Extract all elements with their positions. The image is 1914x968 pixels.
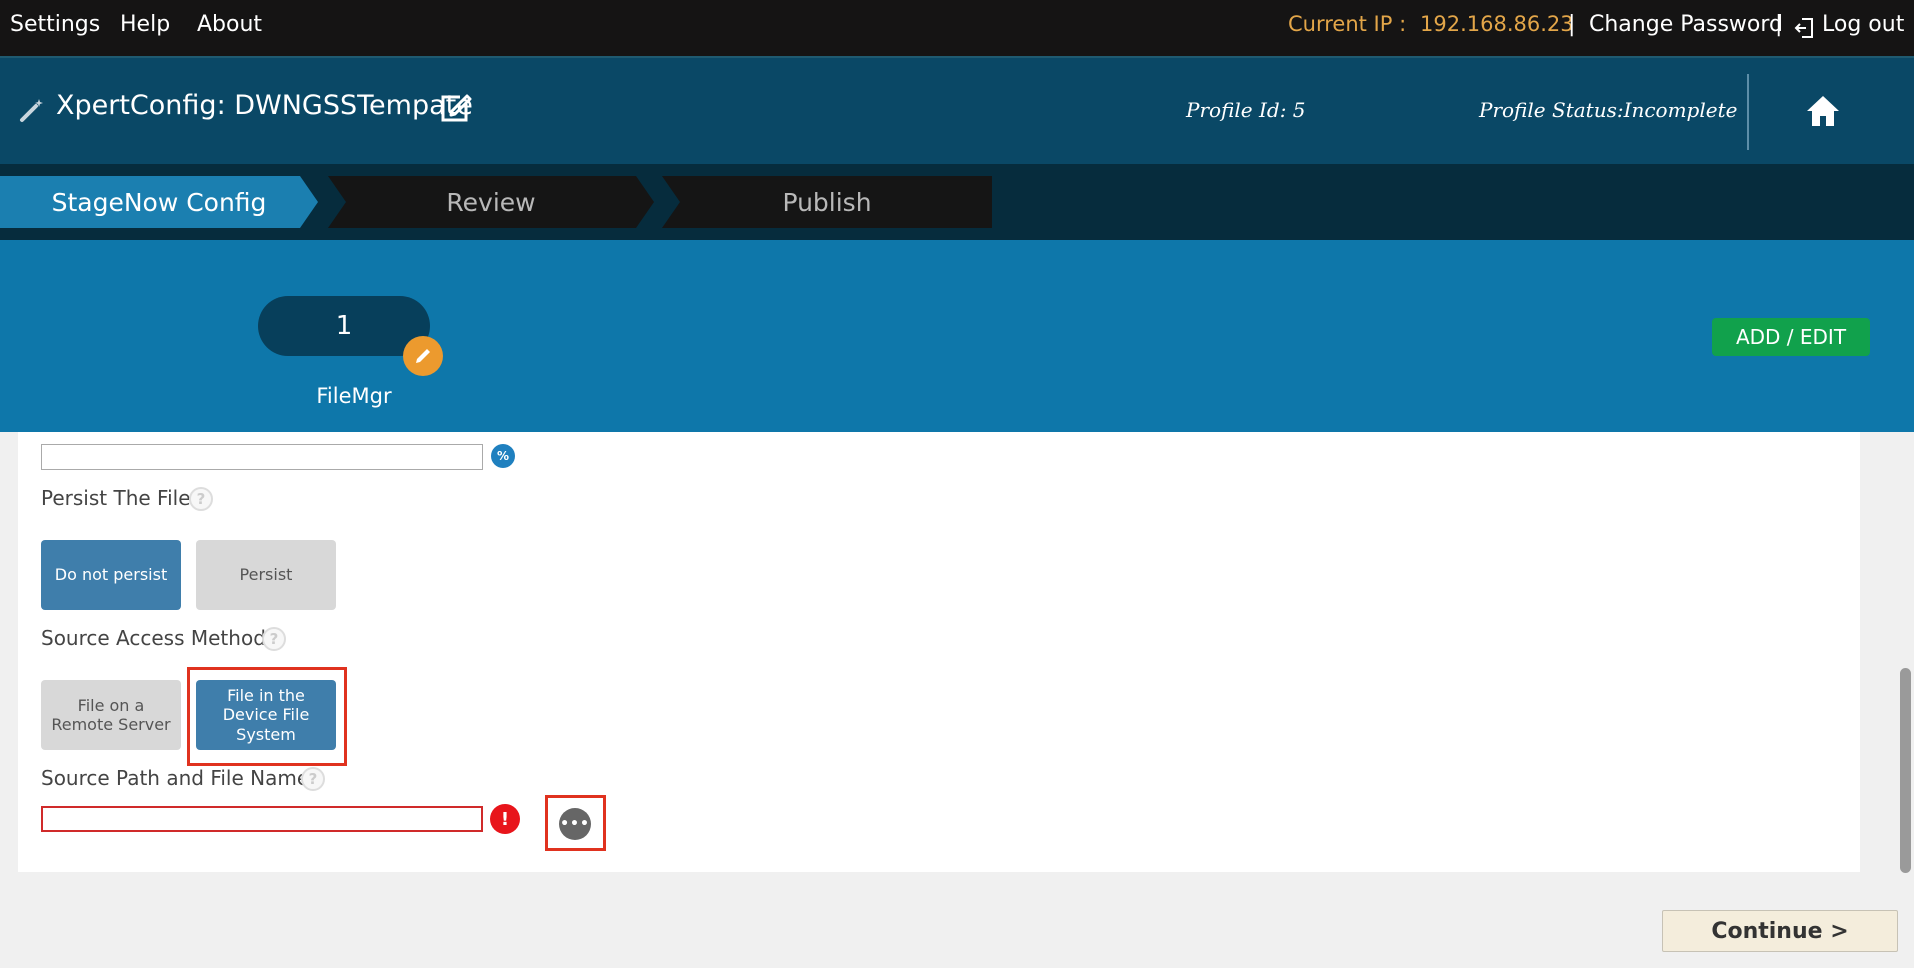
settings-form: % Persist The File: ? Do not persist Per… — [18, 432, 1860, 872]
help-icon[interactable]: ? — [301, 767, 325, 791]
pencil-icon[interactable] — [403, 336, 443, 376]
source-access-label: Source Access Method: — [41, 626, 273, 650]
persist-label: Persist The File: — [41, 486, 198, 510]
source-path-label: Source Path and File Name: — [41, 766, 316, 790]
setting-types-panel: 1 FileMgr ADD / EDIT — [0, 240, 1914, 432]
scrollbar-thumb[interactable] — [1900, 668, 1911, 873]
wizard-stepper: StageNow Config Review Publish — [0, 164, 1914, 240]
option-do-not-persist[interactable]: Do not persist — [41, 540, 181, 610]
add-edit-button[interactable]: ADD / EDIT — [1712, 318, 1870, 356]
highlight-frame — [545, 795, 606, 851]
highlight-frame — [187, 667, 347, 766]
percent-icon[interactable]: % — [491, 444, 515, 468]
source-path-input[interactable] — [41, 806, 483, 832]
separator: | — [1568, 12, 1576, 37]
step-publish[interactable]: Publish — [662, 176, 992, 228]
error-icon: ! — [490, 804, 520, 834]
current-ip-value: 192.168.86.23 — [1420, 12, 1574, 36]
header-divider — [1747, 74, 1749, 150]
logout-icon[interactable] — [1794, 17, 1814, 39]
option-remote-server[interactable]: File on a Remote Server — [41, 680, 181, 750]
edit-square-icon[interactable] — [438, 91, 472, 125]
help-icon[interactable]: ? — [262, 627, 286, 651]
setting-step-caption: FileMgr — [316, 384, 392, 408]
profile-status: Profile Status:Incomplete — [1479, 98, 1738, 122]
help-icon[interactable]: ? — [189, 487, 213, 511]
step-review[interactable]: Review — [328, 176, 654, 228]
profile-header: XpertConfig: DWNGSSTempate Profile Id: 5… — [0, 58, 1914, 164]
step-stagenow-config[interactable]: StageNow Config — [0, 176, 318, 228]
continue-button[interactable]: Continue > — [1662, 910, 1898, 952]
logout-link[interactable]: Log out — [1822, 12, 1904, 37]
separator: | — [1775, 12, 1783, 37]
top-menu-bar: Settings Help About Current IP : 192.168… — [0, 0, 1914, 58]
profile-id: Profile Id: 5 — [1186, 98, 1306, 122]
menu-settings[interactable]: Settings — [10, 12, 100, 37]
change-password-link[interactable]: Change Password — [1589, 12, 1783, 37]
page-title: XpertConfig: DWNGSSTempate — [56, 90, 473, 121]
menu-about[interactable]: About — [197, 12, 262, 37]
magic-wand-icon — [20, 99, 43, 122]
current-ip-label: Current IP : — [1288, 12, 1407, 36]
top-text-input[interactable] — [41, 444, 483, 470]
home-icon[interactable] — [1805, 94, 1841, 128]
menu-help[interactable]: Help — [120, 12, 170, 37]
option-persist[interactable]: Persist — [196, 540, 336, 610]
